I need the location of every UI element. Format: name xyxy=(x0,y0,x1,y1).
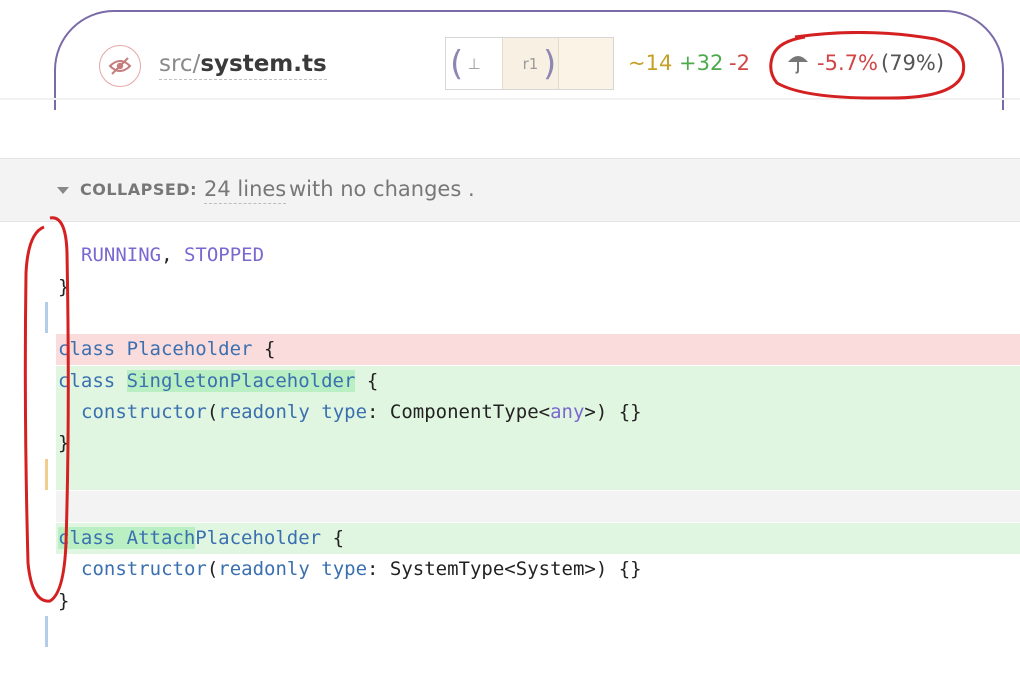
code-line: } xyxy=(0,272,1020,303)
range-start-bracket: ( xyxy=(450,44,464,84)
param-name: type xyxy=(321,401,368,423)
code-punct: ( xyxy=(206,401,219,423)
code-punct: ( xyxy=(206,558,219,580)
code-line-added: class AttachPlaceholder { xyxy=(56,523,1020,554)
code-line-added xyxy=(56,459,1020,490)
stat-removed: -2 xyxy=(729,51,750,75)
keyword: readonly xyxy=(218,558,310,580)
code-line: } xyxy=(0,586,1020,617)
code-punct: : xyxy=(367,558,390,580)
file-path-link[interactable]: src/system.ts xyxy=(159,50,327,80)
range-end-bracket: ) xyxy=(543,44,557,84)
enum-member: RUNNING xyxy=(81,244,162,266)
revision-r1-label: r1 xyxy=(522,54,539,73)
toggle-visibility-button[interactable] xyxy=(99,45,141,87)
red-circle-annotation xyxy=(769,31,966,100)
function-name: constructor xyxy=(81,401,207,423)
red-bracket-annotation xyxy=(23,216,70,603)
stat-added: +32 xyxy=(679,51,724,75)
collapsed-description: with no changes . xyxy=(289,177,475,201)
keyword: readonly xyxy=(218,401,310,423)
collapsed-label: COLLAPSED: xyxy=(80,180,197,199)
collapsed-line-count-link[interactable]: 24 lines xyxy=(204,176,287,204)
class-name: Placeholder xyxy=(126,338,253,360)
code-line: constructor(readonly type: SystemType<Sy… xyxy=(0,554,1020,647)
file-header: src/system.ts ( ⊥ r1 ) ~14 +32 -2 -5.7% … xyxy=(0,0,1020,110)
code-punct: { xyxy=(321,527,345,549)
revision-r1[interactable]: r1 ) xyxy=(502,38,558,89)
param-name: type xyxy=(321,558,368,580)
code-line-added: } xyxy=(56,428,1020,459)
revision-base-label: ⊥ xyxy=(467,54,481,73)
eye-slash-icon xyxy=(108,57,132,75)
enum-member: STOPPED xyxy=(183,244,265,266)
type-name: ComponentType< xyxy=(389,401,551,423)
code-line-added: constructor(readonly type: ComponentType… xyxy=(45,397,1020,490)
class-name: Placeholder xyxy=(195,527,322,549)
code-line: RUNNING, STOPPED xyxy=(0,240,1020,333)
code-punct: { xyxy=(355,370,379,392)
code-punct: , xyxy=(161,244,184,266)
type-name: SystemType<System>) {} xyxy=(389,558,642,580)
revision-empty[interactable] xyxy=(558,38,613,89)
file-dir: src/ xyxy=(159,51,201,77)
function-name: constructor xyxy=(81,558,207,580)
file-name: system.ts xyxy=(200,51,327,77)
class-name-changed: Attach xyxy=(126,527,196,549)
code-punct: { xyxy=(252,338,276,360)
collapsed-section[interactable]: COLLAPSED: 24 lines with no changes . xyxy=(0,158,1020,222)
type-keyword: any xyxy=(550,401,585,423)
caret-down-icon[interactable] xyxy=(57,187,69,195)
revision-selector[interactable]: ( ⊥ r1 ) xyxy=(445,37,614,90)
code-line-context xyxy=(56,491,1020,522)
code-punct: : xyxy=(367,401,390,423)
code-line-removed: class Placeholder { xyxy=(56,334,1020,365)
code-punct: >) {} xyxy=(584,401,642,423)
revision-base[interactable]: ( ⊥ xyxy=(446,38,502,89)
code-line-added: class SingletonPlaceholder { xyxy=(56,366,1020,397)
class-name: SingletonPlaceholder xyxy=(126,370,356,392)
stat-modified: ~14 xyxy=(628,51,673,75)
